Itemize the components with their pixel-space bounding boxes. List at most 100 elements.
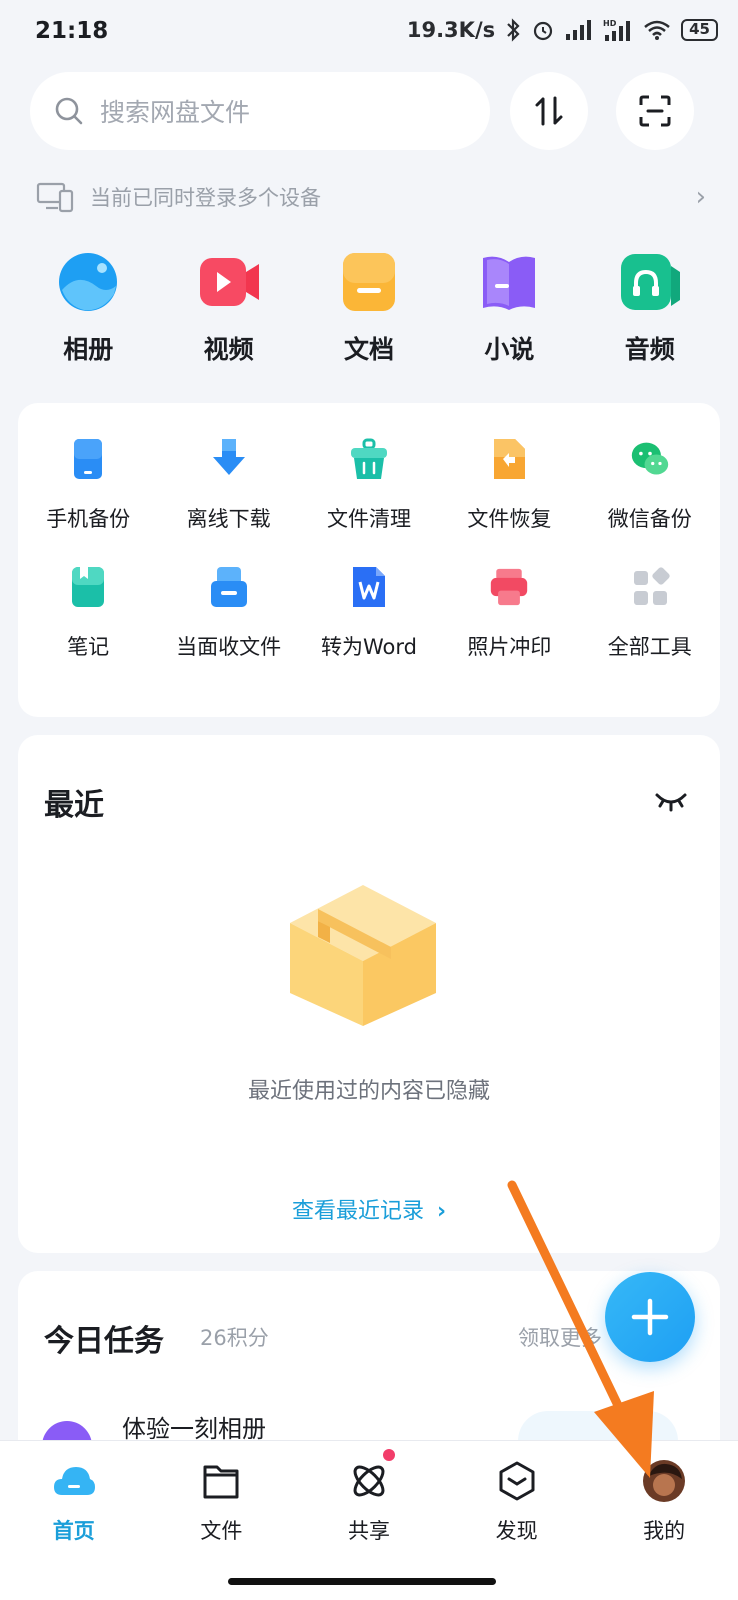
- tool-all-tools[interactable]: 全部工具: [580, 565, 720, 693]
- nav-share[interactable]: 共享: [295, 1441, 443, 1600]
- bottom-navigation: 首页 文件 共享 发现 我的: [0, 1440, 738, 1600]
- nav-label: 共享: [347, 1519, 390, 1543]
- category-row: 相册 视频 文档 小说 音频: [18, 250, 720, 370]
- novel-icon: [483, 256, 536, 310]
- tool-label: 手机备份: [46, 507, 131, 531]
- tool-label: 全部工具: [607, 635, 692, 659]
- offline-download-icon: [212, 439, 245, 475]
- transfer-icon: [535, 96, 563, 126]
- tool-label: 当面收文件: [176, 635, 282, 659]
- status-indicators: 19.3K/s HD 45: [407, 18, 718, 42]
- profile-avatar-icon: [643, 1460, 686, 1502]
- tool-label: 离线下载: [186, 507, 271, 531]
- get-more-link[interactable]: 领取更多: [518, 1322, 602, 1352]
- tools-card: 手机备份 离线下载 文件清理 文件恢复 微信备份 笔记 当面收文件 转为Word…: [18, 403, 720, 717]
- file-restore-icon: [494, 439, 526, 479]
- album-icon: [59, 253, 118, 311]
- signal-icon: [566, 20, 592, 40]
- tool-file-clean[interactable]: 文件清理: [299, 437, 439, 565]
- scan-icon: [639, 95, 671, 127]
- tool-convert-word[interactable]: 转为Word: [299, 565, 439, 693]
- nav-label: 发现: [495, 1519, 538, 1543]
- category-label: 小说: [484, 335, 535, 364]
- tool-label: 文件恢复: [467, 507, 552, 531]
- category-label: 文档: [343, 335, 394, 364]
- tool-label: 微信备份: [607, 507, 692, 531]
- nav-discover[interactable]: 发现: [443, 1441, 591, 1600]
- tool-note[interactable]: 笔记: [18, 565, 158, 693]
- search-placeholder: 搜索网盘文件: [100, 98, 251, 127]
- tasks-title: 今日任务: [44, 1324, 164, 1359]
- category-document[interactable]: 文档: [299, 250, 439, 370]
- category-label: 音频: [624, 335, 675, 364]
- tool-wechat-backup[interactable]: 微信备份: [580, 437, 720, 565]
- chevron-right-icon: ›: [436, 1199, 447, 1224]
- signal-hd-icon: HD: [603, 19, 631, 41]
- transfer-button[interactable]: [510, 72, 588, 150]
- document-icon: [342, 253, 395, 311]
- view-recent-link[interactable]: 查看最近记录 ›: [18, 1193, 720, 1225]
- tool-label: 转为Word: [321, 635, 417, 659]
- home-cloud-icon: [53, 1467, 95, 1495]
- recent-card: 最近 最近使用过的内容已隐藏 查看最近记录 ›: [18, 735, 720, 1253]
- all-tools-icon: [633, 567, 670, 605]
- wechat-backup-icon: [631, 442, 668, 475]
- receive-file-icon: [210, 567, 247, 607]
- folder-icon: [203, 1465, 239, 1499]
- file-clean-icon: [350, 438, 387, 479]
- tool-photo-print[interactable]: 照片冲印: [439, 565, 579, 693]
- nav-home[interactable]: 首页: [0, 1441, 148, 1600]
- category-video[interactable]: 视频: [158, 250, 298, 370]
- empty-box-illustration: [290, 885, 436, 1026]
- status-bar: 21:18 19.3K/s HD 45: [0, 0, 738, 66]
- phone-backup-icon: [74, 439, 103, 479]
- chevron-right-icon: ›: [695, 182, 706, 212]
- category-novel[interactable]: 小说: [439, 250, 579, 370]
- nav-label: 首页: [52, 1519, 95, 1543]
- tasks-points: 26积分: [200, 1326, 269, 1350]
- wifi-icon: [644, 20, 670, 40]
- share-icon: [353, 1465, 385, 1497]
- word-icon: [352, 567, 385, 607]
- tool-file-restore[interactable]: 文件恢复: [439, 437, 579, 565]
- category-audio[interactable]: 音频: [580, 250, 720, 370]
- view-recent-label: 查看最近记录: [291, 1199, 424, 1224]
- discover-icon: [499, 1461, 535, 1501]
- category-label: 相册: [63, 335, 114, 364]
- network-speed: 19.3K/s: [406, 18, 496, 42]
- alarm-icon: [534, 21, 553, 41]
- tool-label: 照片冲印: [467, 635, 552, 659]
- photo-print-icon: [491, 568, 528, 606]
- svg-text:HD: HD: [603, 19, 617, 28]
- recent-title: 最近: [44, 788, 104, 823]
- category-album[interactable]: 相册: [18, 250, 158, 370]
- empty-state-text: 最近使用过的内容已隐藏: [247, 1079, 490, 1104]
- battery-icon: 45: [681, 19, 718, 41]
- tool-phone-backup[interactable]: 手机备份: [18, 437, 158, 565]
- scan-button[interactable]: [616, 72, 694, 150]
- add-button[interactable]: [605, 1272, 695, 1362]
- device-login-notice[interactable]: 当前已同时登录多个设备 ›: [36, 175, 706, 219]
- nav-files[interactable]: 文件: [148, 1441, 296, 1600]
- nav-label: 我的: [643, 1519, 686, 1543]
- home-indicator: [228, 1578, 496, 1585]
- notification-dot: [383, 1449, 396, 1461]
- note-icon: [72, 567, 105, 607]
- video-icon: [199, 258, 259, 306]
- task-title: 体验一刻相册: [122, 1415, 266, 1443]
- tool-label: 文件清理: [326, 507, 411, 531]
- status-time: 21:18: [35, 18, 109, 44]
- search-icon: [55, 97, 83, 125]
- device-notice-text: 当前已同时登录多个设备: [90, 186, 321, 210]
- tool-label: 笔记: [67, 635, 110, 659]
- eye-closed-icon[interactable]: [654, 785, 688, 815]
- bluetooth-icon: [507, 18, 520, 42]
- nav-profile[interactable]: 我的: [590, 1441, 738, 1600]
- nav-label: 文件: [200, 1519, 243, 1543]
- tool-receive-file[interactable]: 当面收文件: [158, 565, 298, 693]
- audio-icon: [620, 254, 680, 310]
- category-label: 视频: [203, 335, 254, 364]
- search-input[interactable]: 搜索网盘文件: [30, 72, 490, 150]
- devices-icon: [36, 182, 74, 213]
- tool-offline-download[interactable]: 离线下载: [158, 437, 298, 565]
